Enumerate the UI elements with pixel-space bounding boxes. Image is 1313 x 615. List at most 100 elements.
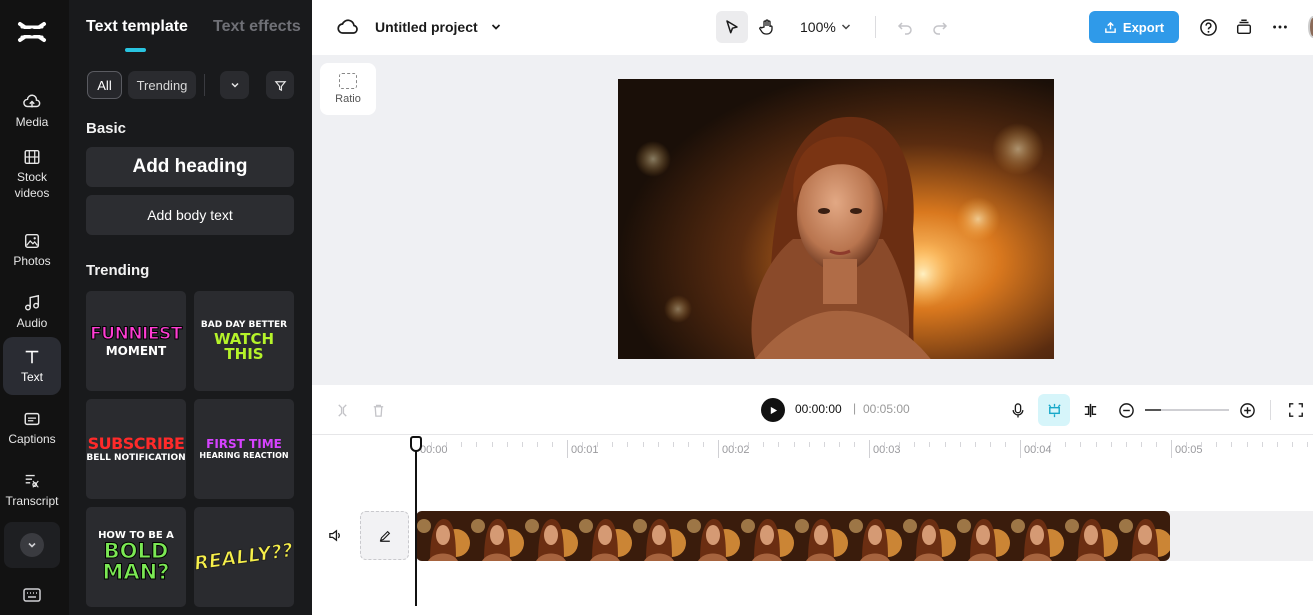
filter-all-chip[interactable]: All xyxy=(87,71,122,99)
split-icon[interactable] xyxy=(330,398,354,422)
ruler-minor-tick xyxy=(431,442,433,447)
clip-thumbnails xyxy=(416,511,1170,561)
capcut-logo[interactable] xyxy=(16,18,48,46)
ratio-button[interactable]: Ratio xyxy=(320,63,376,115)
cloud-sync-icon[interactable] xyxy=(336,16,360,38)
rail-item-stock-videos[interactable]: Stock videos xyxy=(3,143,61,205)
rail-label: Text xyxy=(20,369,43,384)
zoom-in-icon[interactable] xyxy=(1235,398,1259,422)
template-tile[interactable]: HOW TO BE A BOLD MAN? xyxy=(86,507,186,607)
undo-icon[interactable] xyxy=(894,16,916,38)
clip-thumbnail xyxy=(740,511,794,561)
rail-item-captions[interactable]: Captions xyxy=(3,399,61,457)
ruler-minor-tick xyxy=(914,442,916,447)
text-panel: Text template Text effects All Trending … xyxy=(69,0,312,615)
tab-text-template[interactable]: Text template xyxy=(86,18,188,36)
rail-item-photos[interactable]: Photos xyxy=(3,221,61,279)
add-heading-button[interactable]: Add heading xyxy=(86,147,294,187)
add-body-text-button[interactable]: Add body text xyxy=(86,195,294,235)
zoom-level[interactable]: 100% xyxy=(800,19,836,35)
microphone-icon[interactable] xyxy=(1006,398,1030,422)
help-icon[interactable] xyxy=(1197,16,1219,38)
ruler-minor-tick xyxy=(1095,442,1097,447)
fullscreen-icon[interactable] xyxy=(1284,398,1308,422)
section-trending: Trending xyxy=(86,262,150,279)
template-text: BOLD xyxy=(103,539,169,563)
layers-icon[interactable] xyxy=(1233,16,1255,38)
ruler-minor-tick xyxy=(702,442,704,447)
current-time: 00:00:00 xyxy=(795,402,842,416)
chevron-down-icon[interactable] xyxy=(838,19,854,35)
ruler-minor-tick xyxy=(1306,442,1308,447)
more-icon[interactable] xyxy=(1269,16,1291,38)
portrait-image xyxy=(618,79,1054,359)
ruler-label: 00:03 xyxy=(873,444,901,456)
template-tile[interactable]: SUBSCRIBE BELL NOTIFICATION xyxy=(86,399,186,499)
video-clip[interactable] xyxy=(416,511,1170,561)
filter-trending-chip[interactable]: Trending xyxy=(128,71,196,99)
hand-tool-button[interactable] xyxy=(756,15,780,39)
rail-item-media[interactable]: Media xyxy=(3,82,61,140)
ruler-minor-tick xyxy=(989,442,991,447)
ruler-minor-tick xyxy=(763,442,765,447)
playback-bar: 00:00:00 | 00:05:00 xyxy=(312,385,1313,435)
ruler-minor-tick xyxy=(733,442,735,447)
cover-edit-button[interactable] xyxy=(360,511,409,560)
chevron-down-icon[interactable] xyxy=(488,19,504,35)
ruler-minor-tick xyxy=(1050,442,1052,447)
text-icon xyxy=(25,350,39,363)
filter-divider xyxy=(204,74,205,96)
project-title[interactable]: Untitled project xyxy=(375,19,478,35)
ruler-minor-tick xyxy=(1231,442,1233,447)
ruler-minor-tick xyxy=(823,442,825,447)
toolbar-divider xyxy=(1270,400,1271,420)
timeline[interactable]: 00:00 00:01 00:02 00:03 00:04 00:05 xyxy=(312,436,1313,615)
template-text: BELL NOTIFICATION xyxy=(86,452,186,463)
template-tile[interactable]: BAD DAY BETTER WATCH THIS xyxy=(194,291,294,391)
keyboard-icon[interactable] xyxy=(22,586,42,604)
export-icon xyxy=(1105,21,1116,33)
rail-more-button[interactable] xyxy=(4,522,60,568)
rail-item-text[interactable]: Text xyxy=(3,337,61,395)
volume-icon[interactable] xyxy=(328,528,343,548)
avatar[interactable] xyxy=(1308,16,1313,38)
filter-button[interactable] xyxy=(266,71,294,99)
clip-thumbnail xyxy=(1064,511,1118,561)
transcript-icon xyxy=(25,474,39,488)
ruler-minor-tick xyxy=(642,442,644,447)
clip-thumbnail xyxy=(416,511,470,561)
rail-item-audio[interactable]: Audio xyxy=(3,283,61,341)
select-tool-button[interactable] xyxy=(716,11,748,43)
magnet-snap-button[interactable] xyxy=(1038,394,1070,426)
play-button[interactable] xyxy=(761,398,785,422)
cloud-upload-icon xyxy=(23,94,41,107)
tab-text-effects[interactable]: Text effects xyxy=(213,18,301,36)
clip-thumbnail xyxy=(578,511,632,561)
ruler-minor-tick xyxy=(1125,442,1127,447)
active-tab-indicator xyxy=(125,48,146,52)
ruler-minor-tick xyxy=(748,442,750,447)
ruler-minor-tick xyxy=(1155,442,1157,447)
template-tile[interactable]: REALLY?? xyxy=(193,507,295,607)
ruler-minor-tick xyxy=(1276,442,1278,447)
export-button[interactable]: Export xyxy=(1089,11,1179,43)
ruler-label: 00:02 xyxy=(722,444,750,456)
rail-label: Photos xyxy=(13,253,51,268)
clip-thumbnail xyxy=(956,511,1010,561)
rail-item-transcript[interactable]: Transcript xyxy=(3,461,61,519)
zoom-out-icon[interactable] xyxy=(1114,398,1138,422)
clip-thumbnail xyxy=(632,511,686,561)
delete-icon[interactable] xyxy=(366,398,390,422)
playhead-handle[interactable] xyxy=(410,436,422,452)
video-preview[interactable] xyxy=(618,79,1054,359)
editor-app: Media Stock videos Photos Audio Text Cap… xyxy=(0,0,1313,615)
template-text: FIRST TIME xyxy=(206,437,282,451)
template-tile[interactable]: FIRST TIME HEARING REACTION xyxy=(194,399,294,499)
ruler-minor-tick xyxy=(959,442,961,447)
ruler-minor-tick xyxy=(884,442,886,447)
split-track-icon[interactable] xyxy=(1078,398,1102,422)
template-tile[interactable]: FUNNIEST MOMENT xyxy=(86,291,186,391)
redo-icon[interactable] xyxy=(929,16,951,38)
template-text: WATCH THIS xyxy=(213,329,275,363)
filter-dropdown-button[interactable] xyxy=(220,71,249,99)
